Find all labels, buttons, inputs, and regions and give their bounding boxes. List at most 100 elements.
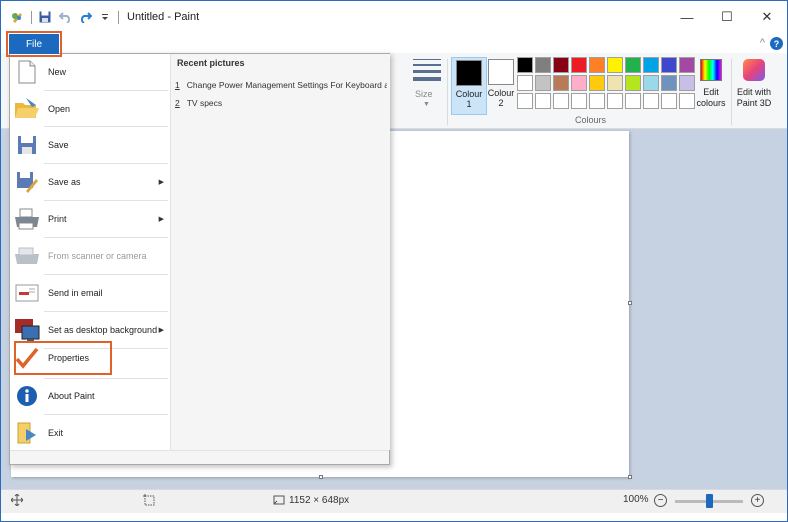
palette-swatch[interactable] xyxy=(589,93,605,109)
customize-qat-icon[interactable] xyxy=(98,10,112,24)
resize-handle[interactable] xyxy=(628,301,632,305)
palette-swatch[interactable] xyxy=(625,93,641,109)
colour1-button[interactable]: Colour 1 xyxy=(451,57,487,115)
recent-pictures-heading: Recent pictures xyxy=(177,58,245,68)
qat-separator xyxy=(118,11,119,24)
edit-3d-label: Edit with xyxy=(733,87,775,98)
open-folder-icon xyxy=(14,96,40,122)
palette-swatch[interactable] xyxy=(535,93,551,109)
menu-item-save[interactable]: Save xyxy=(10,127,170,163)
resize-handle[interactable] xyxy=(628,475,632,479)
palette-swatch[interactable] xyxy=(553,93,569,109)
palette-swatch[interactable] xyxy=(589,75,605,91)
palette-swatch[interactable] xyxy=(571,75,587,91)
selection-size-icon xyxy=(143,494,155,506)
exit-icon xyxy=(14,420,40,446)
submenu-arrow-icon: ▶ xyxy=(159,215,164,223)
file-tab[interactable]: File xyxy=(9,34,59,54)
palette-swatch[interactable] xyxy=(571,57,587,73)
size-button[interactable]: Size ▼ xyxy=(405,55,445,125)
info-icon xyxy=(14,383,40,409)
menu-item-save-as[interactable]: Save as ▶ xyxy=(10,164,170,200)
palette-swatch[interactable] xyxy=(679,93,695,109)
undo-icon[interactable] xyxy=(58,10,72,24)
resize-handle[interactable] xyxy=(319,475,323,479)
palette-swatch[interactable] xyxy=(607,93,623,109)
menu-item-new[interactable]: New xyxy=(10,54,170,90)
palette-swatch[interactable] xyxy=(643,57,659,73)
edit-with-paint3d-button[interactable]: Edit with Paint 3D xyxy=(733,57,775,109)
save-icon[interactable] xyxy=(38,10,52,24)
menu-item-open[interactable]: Open xyxy=(10,91,170,127)
palette-swatch[interactable] xyxy=(535,57,551,73)
recent-item[interactable]: 2TV specs xyxy=(175,98,387,108)
menu-item-about-paint[interactable]: About Paint xyxy=(10,378,170,414)
file-menu: New Open Save Save as xyxy=(9,53,390,465)
menu-item-properties[interactable]: Properties xyxy=(13,340,113,376)
collapse-ribbon-icon[interactable]: ^ xyxy=(760,37,765,49)
redo-icon[interactable] xyxy=(78,10,92,24)
printer-icon xyxy=(14,206,40,232)
zoom-in-button[interactable]: + xyxy=(751,494,764,507)
palette-swatch[interactable] xyxy=(517,93,533,109)
submenu-arrow-icon: ▶ xyxy=(159,178,164,186)
palette-swatch[interactable] xyxy=(571,93,587,109)
colour2-button[interactable]: Colour 2 xyxy=(483,57,519,115)
close-button[interactable]: ✕ xyxy=(747,1,787,33)
palette-swatch[interactable] xyxy=(679,57,695,73)
zoom-slider-thumb[interactable] xyxy=(706,494,713,508)
save-as-icon xyxy=(14,169,40,195)
menu-item-exit[interactable]: Exit xyxy=(10,415,170,451)
canvas-size-indicator: 1152 × 648px xyxy=(273,494,349,506)
menu-item-print[interactable]: Print ▶ xyxy=(10,201,170,237)
menu-label: Save as xyxy=(48,177,81,187)
menu-item-send-email[interactable]: Send in email xyxy=(10,275,170,311)
paint-app-icon[interactable] xyxy=(11,10,25,24)
palette-swatch[interactable] xyxy=(661,93,677,109)
palette-swatch[interactable] xyxy=(517,57,533,73)
recent-item-number: 2 xyxy=(175,98,180,108)
palette-swatch[interactable] xyxy=(607,75,623,91)
minimize-button[interactable]: — xyxy=(667,1,707,33)
size-label: Size xyxy=(415,89,433,99)
zoom-out-button[interactable]: − xyxy=(654,494,667,507)
recent-item-number: 1 xyxy=(175,80,180,90)
palette-swatch[interactable] xyxy=(661,75,677,91)
palette-swatch[interactable] xyxy=(535,75,551,91)
colour2-num: 2 xyxy=(498,98,503,108)
canvas-size-icon xyxy=(273,494,285,506)
palette-swatch[interactable] xyxy=(553,75,569,91)
window-controls: — ☐ ✕ xyxy=(667,1,787,33)
menu-label: Send in email xyxy=(48,288,103,298)
colour2-label: Colour xyxy=(488,88,515,98)
qat-separator xyxy=(31,11,32,24)
paint-window: Untitled - Paint — ☐ ✕ ^ ? Size ▼ Colour… xyxy=(0,0,788,522)
new-file-icon xyxy=(14,59,40,85)
colour1-num: 1 xyxy=(466,99,471,109)
palette-swatch[interactable] xyxy=(607,57,623,73)
maximize-button[interactable]: ☐ xyxy=(707,1,747,33)
palette-swatch[interactable] xyxy=(625,75,641,91)
file-menu-footer xyxy=(10,450,389,464)
palette-swatch[interactable] xyxy=(679,75,695,91)
menu-label: Save xyxy=(48,140,69,150)
help-icon[interactable]: ? xyxy=(770,37,783,50)
submenu-arrow-icon: ▶ xyxy=(159,326,164,334)
palette-swatch[interactable] xyxy=(625,57,641,73)
colour2-swatch xyxy=(488,59,514,85)
menu-label: From scanner or camera xyxy=(48,251,147,261)
palette-swatch[interactable] xyxy=(643,75,659,91)
paint3d-icon xyxy=(743,59,765,81)
palette-swatch[interactable] xyxy=(589,57,605,73)
scanner-icon xyxy=(14,243,40,269)
recent-item[interactable]: 1Change Power Management Settings For Ke… xyxy=(175,80,387,90)
palette-swatch[interactable] xyxy=(643,93,659,109)
edit-colours-button[interactable]: Edit colours xyxy=(695,57,727,109)
menu-label: About Paint xyxy=(48,391,95,401)
palette-swatch[interactable] xyxy=(661,57,677,73)
menu-label: Open xyxy=(48,104,70,114)
palette-swatch[interactable] xyxy=(553,57,569,73)
colours-group-label: Colours xyxy=(575,115,606,125)
palette-swatch[interactable] xyxy=(517,75,533,91)
quick-access-toolbar: Untitled - Paint xyxy=(1,10,199,24)
